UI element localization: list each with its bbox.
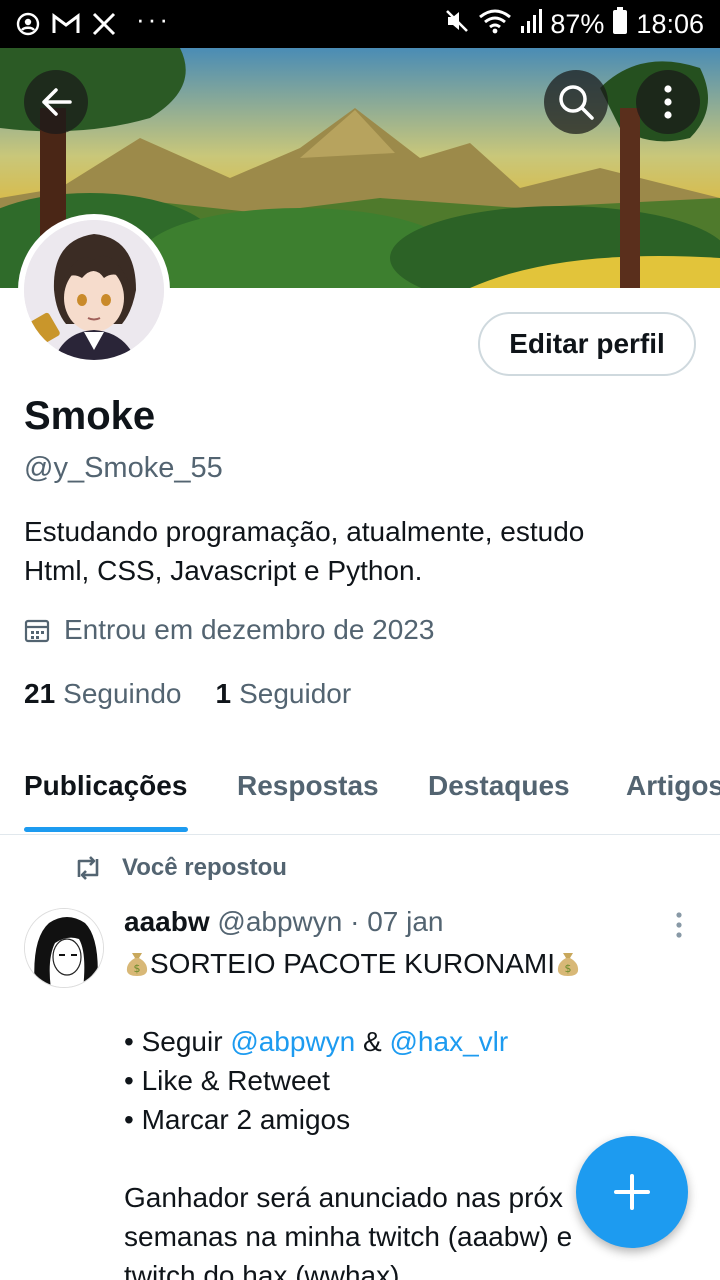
post-more-button[interactable] [666,910,692,945]
money-bag-icon: $ [557,953,579,976]
joined-text: Entrou em dezembro de 2023 [64,614,435,645]
vertical-dots-icon [676,912,682,938]
following-link[interactable]: 21 Seguindo [24,678,182,710]
mute-icon [444,8,470,41]
profile-bio: Estudando programação, atualmente, estud… [24,512,684,590]
follow-instruction: Seguir [141,1026,223,1057]
post-date[interactable]: 07 jan [367,906,443,937]
profile-name: Smoke [24,394,156,438]
repost-indicator: Você repostou [72,854,287,882]
following-label: Seguindo [63,678,182,709]
post-header: aaabw @abpwyn · 07 jan [124,906,444,938]
repost-label: Você repostou [122,854,287,881]
post-line-like: • Like & Retweet [124,1061,714,1100]
post-line-tag: • Marcar 2 amigos [124,1100,714,1139]
battery-icon [612,6,628,42]
vertical-dots-icon [664,85,672,119]
wifi-icon [478,8,512,41]
followers-label: Seguidor [239,678,352,709]
ampersand: & [363,1026,382,1057]
post-separator: · [350,906,360,937]
clock: 18:06 [636,8,704,39]
bullet: • [124,1065,134,1096]
profile-tabs: Publicações Respostas Destaques Artigos [0,760,720,835]
post-line-winner: twitch do hax (wwhax) [124,1260,400,1280]
tab-respostas[interactable]: Respostas [237,770,379,802]
svg-text:$: $ [565,962,572,975]
x-app-icon [92,12,116,36]
avatar-anime-image [24,220,164,360]
search-icon [559,85,594,120]
profile-avatar[interactable] [18,214,170,366]
post-author-name[interactable]: aaabw [124,906,210,937]
back-arrow-icon [42,88,72,116]
post-avatar-image [25,909,103,987]
edit-profile-button[interactable]: Editar perfil [478,312,696,376]
follow-stats: 21 Seguindo 1 Seguidor [24,678,351,710]
post-title: SORTEIO PACOTE KURONAMI [150,948,556,979]
status-bar: ··· 87% 18:06 [0,0,720,48]
plus-icon [614,1174,650,1210]
profile-handle: @y_Smoke_55 [24,452,223,484]
post-author-handle[interactable]: @abpwyn [217,906,342,937]
battery-percent: 87% [550,8,605,39]
tab-artigos[interactable]: Artigos [626,770,720,802]
followers-link[interactable]: 1 Seguidor [216,678,352,710]
following-count: 21 [24,678,56,709]
back-button[interactable] [24,70,88,134]
compose-post-button[interactable] [576,1136,688,1248]
mention-link[interactable]: @abpwyn [230,1026,355,1057]
search-button[interactable] [544,70,608,134]
tag-instruction: Marcar 2 amigos [141,1104,351,1135]
notification-icon [16,12,40,36]
signal-icon [520,8,543,41]
more-notifications-icon: ··· [136,3,171,34]
post-line-follow: • Seguir @abpwyn & @hax_vlr [124,1022,714,1061]
bullet: • [124,1104,134,1135]
active-tab-indicator [24,827,188,832]
like-instruction: Like & Retweet [141,1065,330,1096]
tab-destaques[interactable]: Destaques [428,770,570,802]
calendar-icon [24,619,50,643]
joined-date: Entrou em dezembro de 2023 [24,614,434,646]
bullet: • [124,1026,134,1057]
post-author-avatar[interactable] [24,908,104,988]
money-bag-icon: $ [126,953,148,976]
tab-publicacoes[interactable]: Publicações [24,770,187,802]
svg-text:$: $ [134,962,141,975]
more-options-button[interactable] [636,70,700,134]
bio-line: Estudando programação, atualmente, estud… [24,516,585,547]
gmail-icon [52,12,80,36]
followers-count: 1 [215,678,232,709]
mention-link[interactable]: @hax_vlr [390,1026,509,1057]
repost-icon [77,856,99,880]
bio-line: Html, CSS, Javascript e Python. [24,555,423,586]
